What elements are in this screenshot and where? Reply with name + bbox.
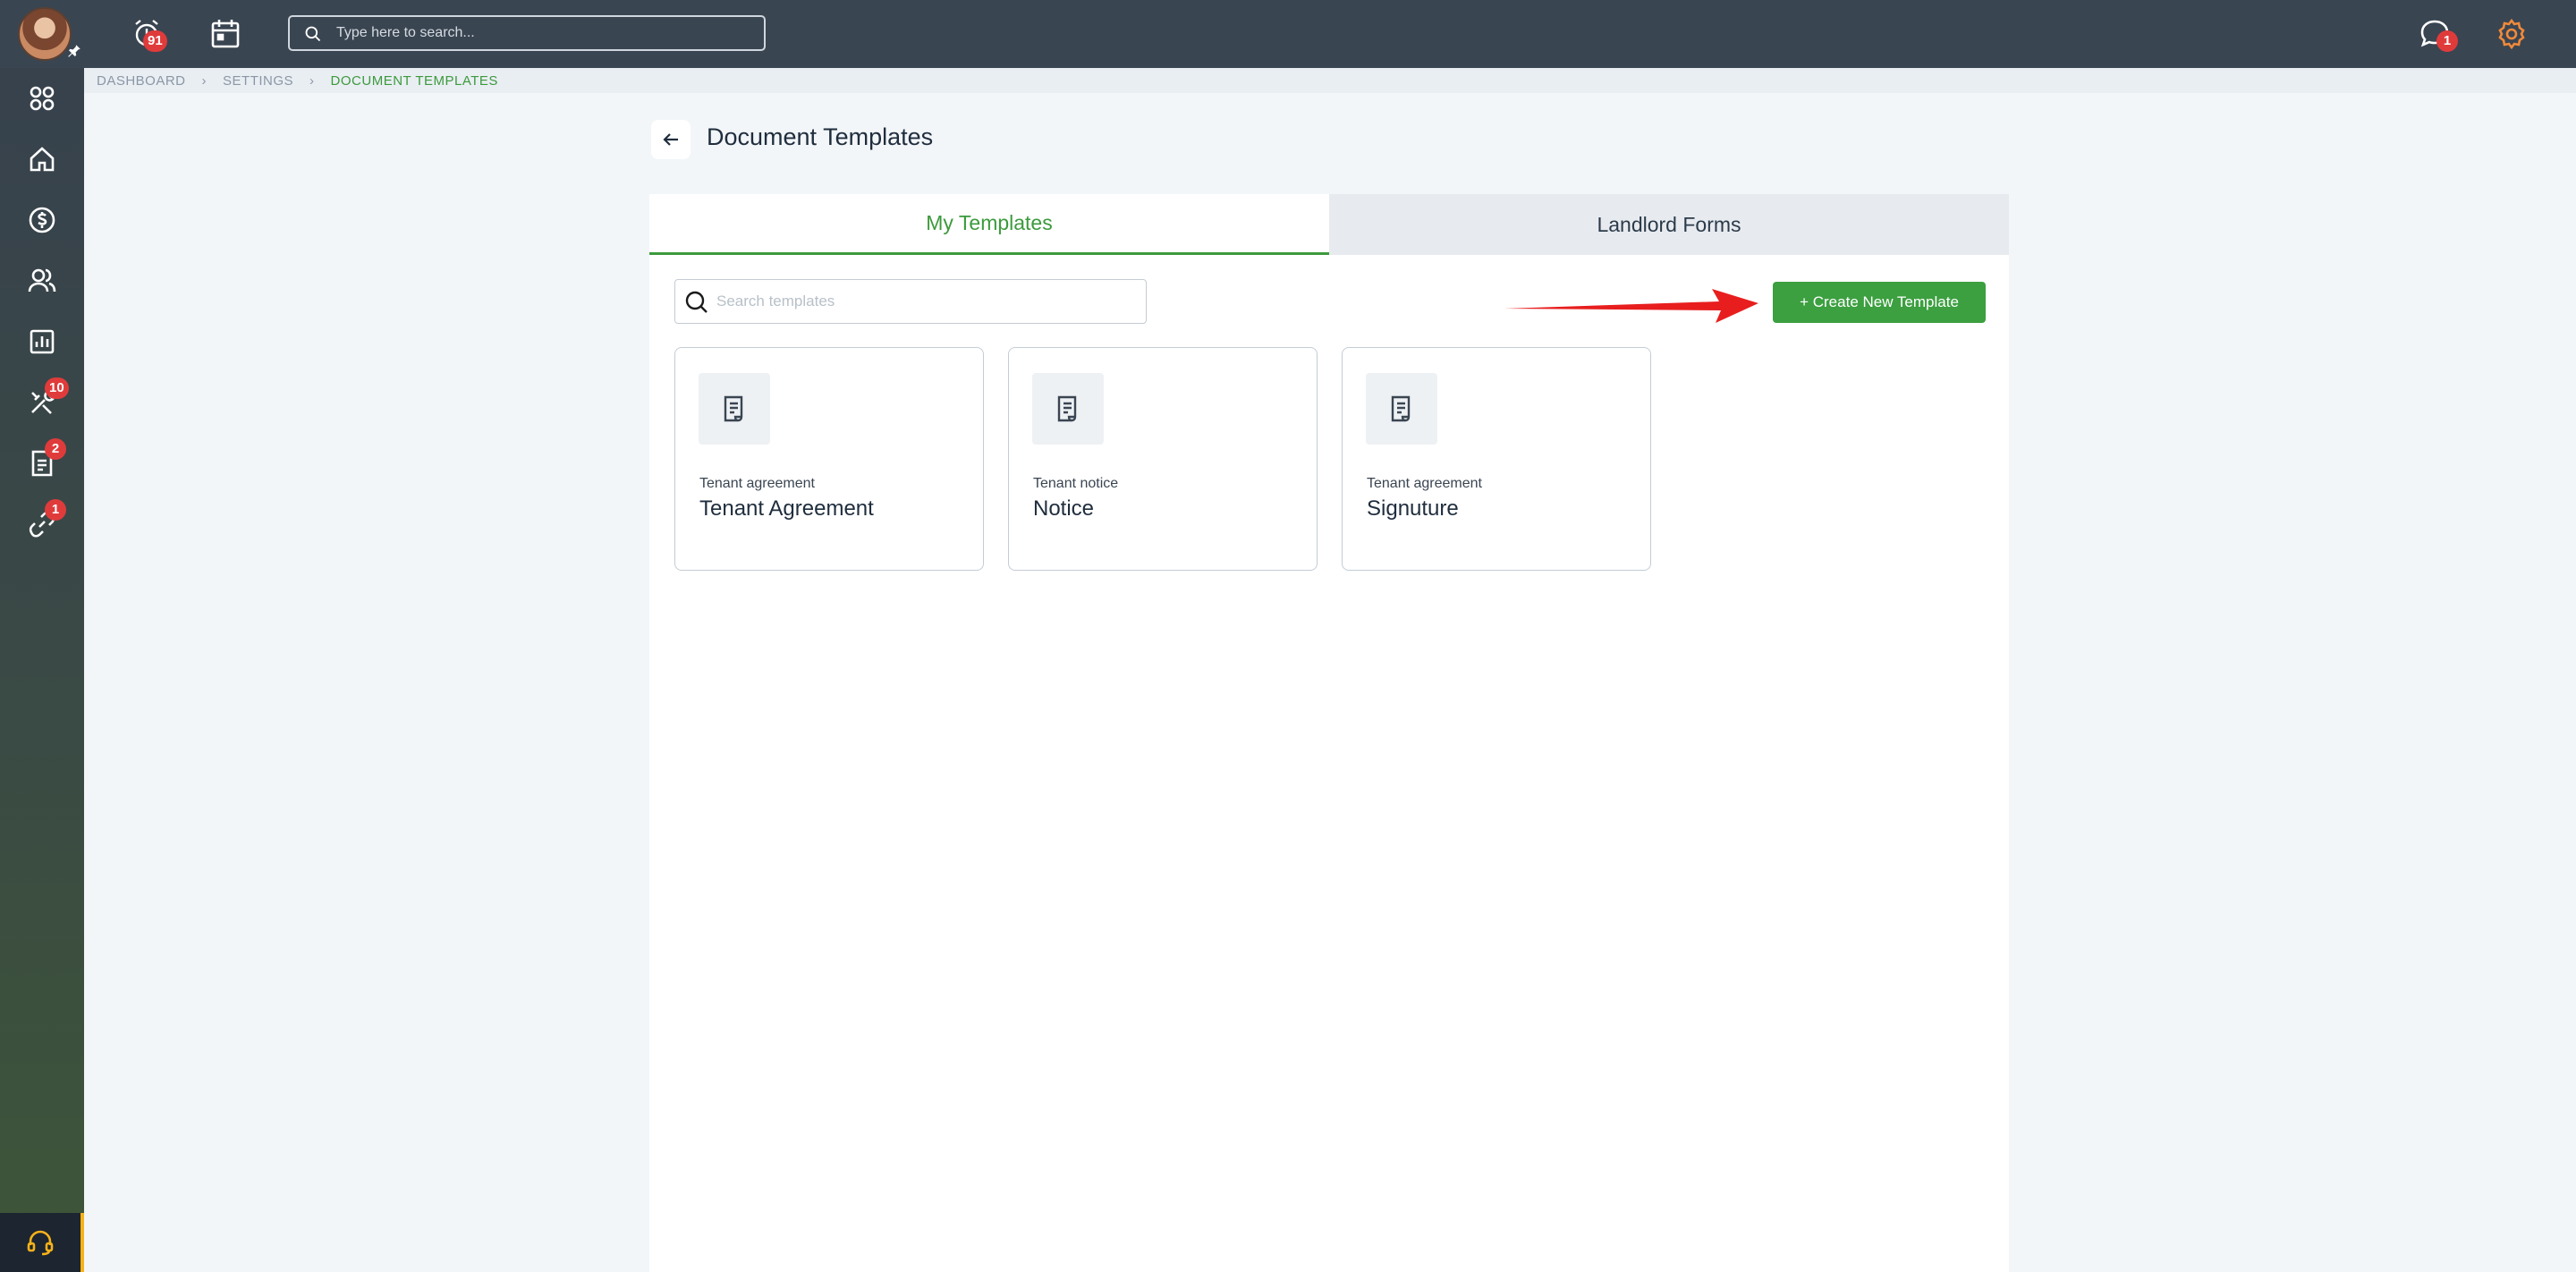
template-card-signature[interactable]: Tenant agreement Signuture [1342,347,1651,571]
create-new-template-button[interactable]: + Create New Template [1773,282,1986,323]
template-name: Tenant Agreement [699,496,874,521]
document-template-icon [1032,373,1104,445]
breadcrumb-dashboard[interactable]: DASHBOARD [97,73,186,89]
back-button[interactable] [651,120,691,159]
templates-panel: My Templates Landlord Forms + Create New… [649,194,2009,1272]
template-name: Notice [1033,496,1095,521]
template-type: Tenant agreement [699,476,815,491]
links-badge: 1 [45,499,66,521]
sidebar-item-documents[interactable]: 2 [0,435,84,492]
tab-landlord-forms[interactable]: Landlord Forms [1329,194,2009,255]
headset-icon [27,1230,54,1256]
template-type: Tenant notice [1033,476,1119,491]
sidebar-item-apps[interactable] [0,70,84,127]
calendar-icon[interactable] [208,16,243,52]
breadcrumb-document-templates: DOCUMENT TEMPLATES [330,72,498,89]
breadcrumb-settings[interactable]: SETTINGS [223,73,293,89]
dollar-icon [29,207,55,233]
top-bar: 91 1 [0,0,2576,68]
apps-grid-icon [30,86,55,111]
alarm-badge: 91 [143,30,167,52]
gear-icon[interactable] [2494,16,2529,52]
template-type: Tenant agreement [1367,476,1482,491]
annotation-arrow-icon [1504,289,1758,323]
template-card-tenant-agreement[interactable]: Tenant agreement Tenant Agreement [674,347,984,571]
document-template-icon [699,373,770,445]
chevron-right-icon: › [309,72,315,89]
alarm-clock-icon[interactable]: 91 [131,16,167,52]
pin-icon [68,45,80,57]
template-card-notice[interactable]: Tenant notice Notice [1008,347,1318,571]
home-icon [30,147,55,172]
sidebar: 10 2 1 [0,68,84,1272]
sidebar-item-people[interactable] [0,252,84,310]
chart-icon [30,329,55,354]
tab-my-templates[interactable]: My Templates [649,194,1329,255]
arrow-left-icon [663,133,678,146]
global-search-input[interactable] [336,22,748,44]
sidebar-item-links[interactable]: 1 [0,496,84,553]
support-button[interactable] [0,1213,84,1272]
sidebar-item-maintenance[interactable]: 10 [0,374,84,431]
page-title: Document Templates [707,123,934,150]
sidebar-item-home[interactable] [0,131,84,188]
chevron-right-icon: › [201,72,208,89]
documents-badge: 2 [45,438,66,460]
search-icon [685,291,708,313]
global-search[interactable] [288,15,766,51]
maintenance-badge: 10 [45,377,69,399]
breadcrumb: DASHBOARD › SETTINGS › DOCUMENT TEMPLATE… [84,68,2576,93]
template-name: Signuture [1367,496,1459,521]
users-icon [28,268,56,293]
chat-badge: 1 [2436,30,2458,52]
templates-search-input[interactable] [716,291,1128,312]
search-icon [305,26,321,42]
templates-search[interactable] [674,279,1147,324]
chat-icon[interactable]: 1 [2417,16,2458,52]
user-avatar[interactable] [18,7,72,61]
sidebar-item-finance[interactable] [0,191,84,249]
document-template-icon [1366,373,1437,445]
sidebar-item-reports[interactable] [0,313,84,370]
